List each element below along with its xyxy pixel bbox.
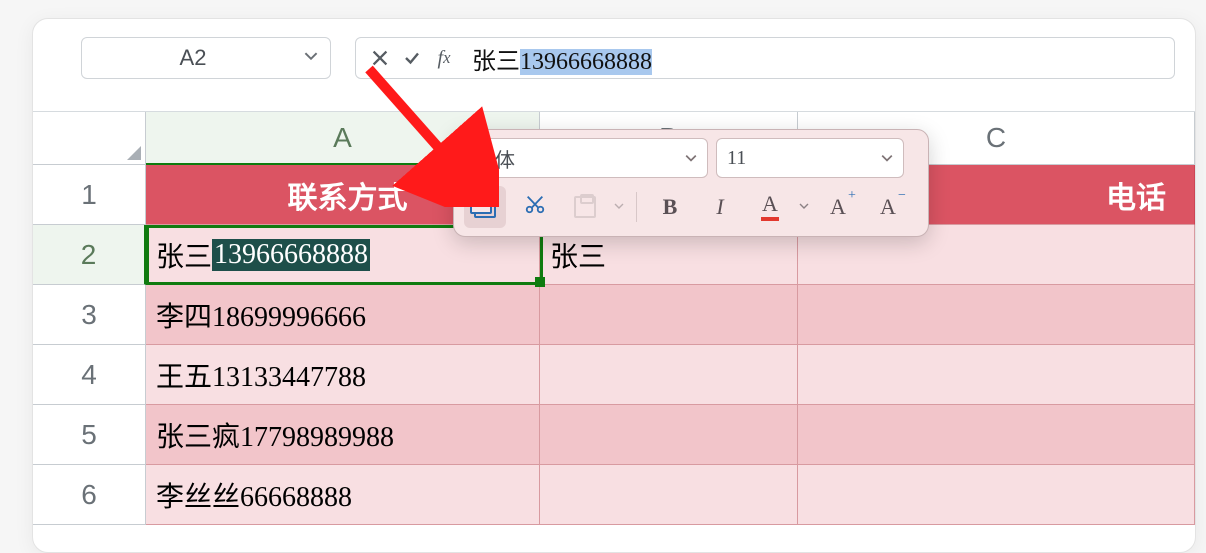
cell-A5[interactable]: 张三疯17798989988 <box>146 405 540 465</box>
minus-icon: − <box>898 188 906 204</box>
font-family-dropdown[interactable]: 宋体 <box>464 138 708 178</box>
chevron-down-icon[interactable] <box>614 198 624 216</box>
formula-text-prefix: 张三 <box>472 49 520 75</box>
chevron-down-icon[interactable] <box>304 49 318 68</box>
chevron-down-icon[interactable] <box>799 198 809 216</box>
cell-A2-number-highlight: 13966668888 <box>212 239 370 271</box>
confirm-edit-icon[interactable] <box>396 42 428 74</box>
mini-toolbar: 宋体 11 B <box>453 129 929 237</box>
plus-icon: + <box>848 188 856 204</box>
cut-button[interactable] <box>514 186 556 228</box>
cell-A6[interactable]: 李丝丝66668888 <box>146 465 540 525</box>
cell-B4[interactable] <box>540 345 798 405</box>
cell-C3[interactable] <box>798 285 1195 345</box>
row-header-3[interactable]: 3 <box>33 285 146 345</box>
cell-A3[interactable]: 李四18699996666 <box>146 285 540 345</box>
paste-button[interactable] <box>564 186 606 228</box>
row-header-1[interactable]: 1 <box>33 165 146 225</box>
font-color-swatch <box>761 217 779 221</box>
cell-C6[interactable] <box>798 465 1195 525</box>
chevron-down-icon <box>685 147 697 170</box>
font-color-A: A <box>762 193 778 215</box>
row-headers: 1 2 3 4 5 6 <box>33 165 146 525</box>
formula-bar-row: A2 fx 张三13966668888 <box>33 19 1195 97</box>
cancel-edit-icon[interactable] <box>364 42 396 74</box>
grow-font-button[interactable]: A+ <box>817 186 859 228</box>
font-size-value: 11 <box>727 147 881 170</box>
font-family-value: 宋体 <box>475 144 685 173</box>
formula-input[interactable]: 张三13966668888 <box>472 41 652 76</box>
formula-bar[interactable]: fx 张三13966668888 <box>355 37 1175 79</box>
grow-font-A: A <box>830 194 846 219</box>
cell-B3[interactable] <box>540 285 798 345</box>
select-all-corner[interactable] <box>33 112 146 165</box>
row-header-6[interactable]: 6 <box>33 465 146 525</box>
chevron-down-icon <box>881 147 893 170</box>
name-box[interactable]: A2 <box>81 37 331 79</box>
copy-icon <box>474 196 496 218</box>
fx-icon[interactable]: fx <box>428 42 460 74</box>
shrink-font-button[interactable]: A− <box>867 186 909 228</box>
font-size-dropdown[interactable]: 11 <box>716 138 904 178</box>
cell-B5[interactable] <box>540 405 798 465</box>
font-color-button[interactable]: A <box>749 186 791 228</box>
row-header-4[interactable]: 4 <box>33 345 146 405</box>
row-header-2[interactable]: 2 <box>33 225 146 285</box>
cell-A2-name: 张三 <box>156 235 212 275</box>
cell-C4[interactable] <box>798 345 1195 405</box>
clipboard-icon <box>574 196 596 218</box>
cell-A4[interactable]: 王五13133447788 <box>146 345 540 405</box>
scissors-icon <box>524 193 546 221</box>
copy-button[interactable] <box>464 186 506 228</box>
cell-C1-text: 电话 <box>1106 173 1166 217</box>
formula-text-selected: 13966668888 <box>520 49 652 75</box>
cell-B6[interactable] <box>540 465 798 525</box>
cell-C5[interactable] <box>798 405 1195 465</box>
shrink-font-A: A <box>880 194 896 219</box>
separator <box>636 192 637 222</box>
bold-button[interactable]: B <box>649 186 691 228</box>
name-box-value: A2 <box>82 45 304 71</box>
italic-button[interactable]: I <box>699 186 741 228</box>
row-header-5[interactable]: 5 <box>33 405 146 465</box>
